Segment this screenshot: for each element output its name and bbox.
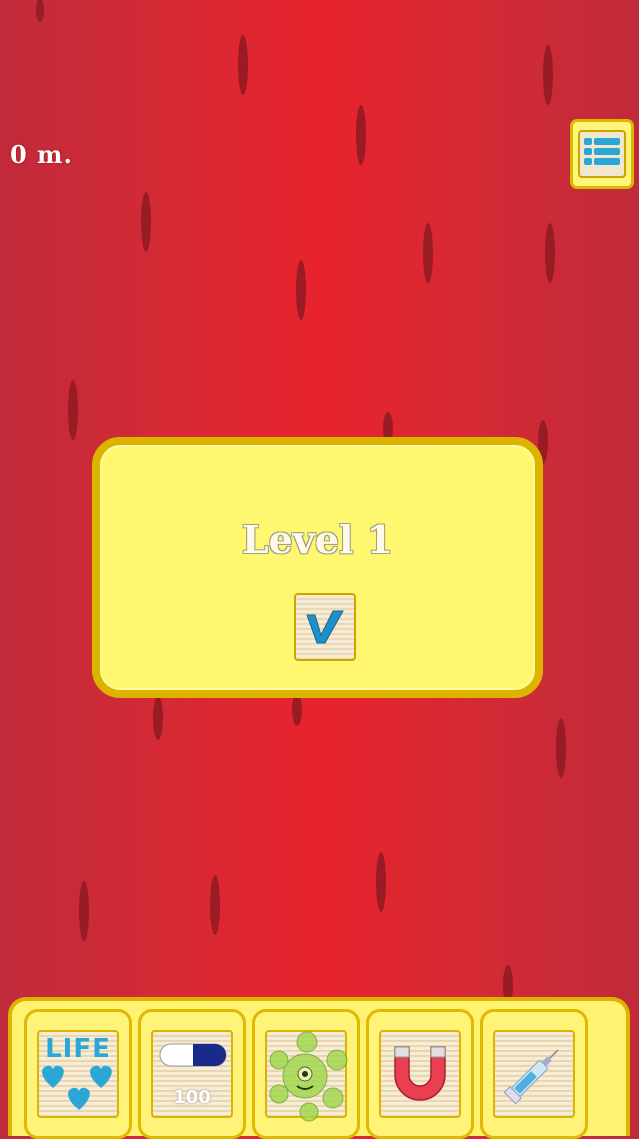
powerup-pill-slot[interactable]: 100 (138, 1009, 246, 1139)
magnet-icon (394, 1046, 446, 1101)
pill-count: 100 (173, 1087, 211, 1108)
powerup-virus-slot[interactable] (252, 1009, 360, 1139)
checkmark-icon (306, 610, 344, 644)
menu-button[interactable] (570, 119, 634, 189)
pill-icon (159, 1043, 227, 1067)
level-title: Level 1 (241, 517, 394, 562)
syringe-icon (503, 1049, 559, 1105)
distance-counter: 0 m. (10, 140, 73, 169)
hearts-icon (42, 1065, 112, 1110)
powerup-toolbar: LIFE 100 (8, 997, 630, 1139)
green-virus-icon (269, 1031, 348, 1122)
confirm-button[interactable] (294, 593, 356, 661)
life-label: LIFE (45, 1034, 111, 1064)
list-menu-icon (578, 130, 626, 178)
powerup-magnet-slot[interactable] (366, 1009, 474, 1139)
level-dialog: Level 1 (92, 437, 543, 698)
powerup-life-slot[interactable]: LIFE (24, 1009, 132, 1139)
powerup-syringe-slot[interactable] (480, 1009, 588, 1139)
